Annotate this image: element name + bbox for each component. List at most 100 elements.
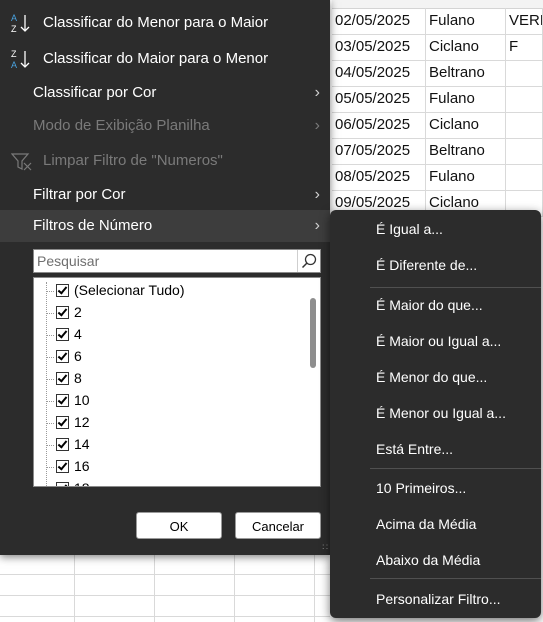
sort-ascending-label: Classificar do Menor para o Maior bbox=[43, 14, 269, 31]
date-cell[interactable]: 04/05/2025 bbox=[332, 60, 426, 86]
list-item[interactable]: 6 bbox=[34, 346, 304, 368]
not-equals-item[interactable]: É Diferente de... bbox=[330, 248, 541, 282]
less-than-label: É Menor do que... bbox=[376, 369, 488, 385]
checkbox[interactable] bbox=[56, 350, 69, 363]
checkbox[interactable] bbox=[56, 460, 69, 473]
svg-text:Z: Z bbox=[11, 24, 17, 34]
list-item[interactable]: 14 bbox=[34, 434, 304, 456]
less-or-equal-item[interactable]: É Menor ou Igual a... bbox=[330, 396, 541, 430]
name-cell[interactable]: Ciclano bbox=[426, 34, 506, 60]
menu-separator bbox=[370, 578, 541, 579]
name-cell[interactable]: Fulano bbox=[426, 86, 506, 112]
checkbox[interactable] bbox=[56, 372, 69, 385]
greater-than-item[interactable]: É Maior do que... bbox=[330, 288, 541, 322]
tree-branch bbox=[46, 401, 54, 402]
chevron-right-icon: › bbox=[314, 217, 320, 234]
table-row: 05/05/2025 Fulano bbox=[332, 86, 543, 113]
list-item[interactable]: 16 bbox=[34, 456, 304, 478]
extra-cell[interactable] bbox=[506, 60, 543, 86]
custom-filter-item[interactable]: Personalizar Filtro... bbox=[330, 582, 541, 616]
chevron-right-icon: › bbox=[314, 117, 320, 134]
sort-by-color-label: Classificar por Cor bbox=[33, 84, 157, 101]
equals-item[interactable]: É Igual a... bbox=[330, 212, 541, 246]
clear-filter-label: Limpar Filtro de "Numeros" bbox=[43, 152, 223, 169]
number-filters-item[interactable]: Filtros de Número › bbox=[0, 210, 330, 242]
listbox-scrollbar[interactable] bbox=[310, 298, 316, 368]
date-cell[interactable]: 07/05/2025 bbox=[332, 138, 426, 164]
tree-branch bbox=[46, 335, 54, 336]
extra-cell[interactable]: VERD bbox=[506, 8, 543, 34]
extra-cell[interactable] bbox=[506, 86, 543, 112]
list-item-label: 16 bbox=[74, 458, 90, 474]
greater-than-label: É Maior do que... bbox=[376, 297, 483, 313]
values-listbox[interactable]: (Selecionar Tudo) 2 4 6 8 10 12 14 16 18 bbox=[33, 277, 321, 487]
top-10-label: 10 Primeiros... bbox=[376, 480, 467, 496]
name-cell[interactable]: Fulano bbox=[426, 164, 506, 190]
select-all-item[interactable]: (Selecionar Tudo) bbox=[34, 280, 304, 302]
name-cell[interactable]: Fulano bbox=[426, 8, 506, 34]
search-box bbox=[33, 249, 321, 273]
below-average-item[interactable]: Abaixo da Média bbox=[330, 543, 541, 577]
extra-cell[interactable] bbox=[506, 164, 543, 190]
clear-filter-item: Limpar Filtro de "Numeros" bbox=[0, 145, 330, 177]
checkbox[interactable] bbox=[56, 394, 69, 407]
checkbox[interactable] bbox=[56, 482, 69, 486]
number-filters-submenu: É Igual a... É Diferente de... É Maior d… bbox=[330, 210, 541, 618]
sort-descending-icon: Z A bbox=[11, 49, 30, 70]
ok-button[interactable]: OK bbox=[136, 512, 222, 539]
greater-or-equal-item[interactable]: É Maior ou Igual a... bbox=[330, 324, 541, 358]
list-item[interactable]: 10 bbox=[34, 390, 304, 412]
extra-cell[interactable] bbox=[506, 138, 543, 164]
name-cell[interactable]: Beltrano bbox=[426, 60, 506, 86]
between-item[interactable]: Está Entre... bbox=[330, 432, 541, 466]
list-item[interactable]: 12 bbox=[34, 412, 304, 434]
search-icon bbox=[301, 253, 317, 269]
date-cell[interactable]: 03/05/2025 bbox=[332, 34, 426, 60]
list-item-label: 14 bbox=[74, 436, 90, 452]
above-average-item[interactable]: Acima da Média bbox=[330, 507, 541, 541]
checkbox[interactable] bbox=[56, 284, 69, 297]
tree-branch bbox=[46, 379, 54, 380]
sort-descending-item[interactable]: Z A Classificar do Maior para o Menor bbox=[0, 43, 330, 75]
extra-cell[interactable]: F bbox=[506, 34, 543, 60]
filter-by-color-item[interactable]: Filtrar por Cor › bbox=[0, 179, 330, 211]
resize-grip-icon[interactable]: ∷ bbox=[322, 542, 328, 553]
search-input[interactable] bbox=[34, 250, 302, 272]
extra-cell[interactable] bbox=[506, 112, 543, 138]
list-item-label: 2 bbox=[74, 304, 82, 320]
list-item[interactable]: 18 bbox=[34, 478, 304, 486]
name-cell[interactable]: Beltrano bbox=[426, 138, 506, 164]
list-item[interactable]: 8 bbox=[34, 368, 304, 390]
checkbox[interactable] bbox=[56, 438, 69, 451]
sort-ascending-item[interactable]: A Z Classificar do Menor para o Maior bbox=[0, 7, 330, 39]
cancel-button[interactable]: Cancelar bbox=[235, 512, 321, 539]
list-item-label: 10 bbox=[74, 392, 90, 408]
number-filters-label: Filtros de Número bbox=[33, 217, 153, 234]
custom-filter-label: Personalizar Filtro... bbox=[376, 591, 501, 607]
tree-branch bbox=[46, 445, 54, 446]
less-or-equal-label: É Menor ou Igual a... bbox=[376, 405, 506, 421]
above-average-label: Acima da Média bbox=[376, 516, 477, 532]
table-row: 08/05/2025 Fulano bbox=[332, 164, 543, 191]
table-row: 02/05/2025FulanoVERD bbox=[332, 8, 543, 35]
date-cell[interactable]: 06/05/2025 bbox=[332, 112, 426, 138]
sort-by-color-item[interactable]: Classificar por Cor › bbox=[0, 77, 330, 109]
list-item[interactable]: 2 bbox=[34, 302, 304, 324]
search-button[interactable] bbox=[297, 250, 320, 272]
date-cell[interactable]: 08/05/2025 bbox=[332, 164, 426, 190]
top-10-item[interactable]: 10 Primeiros... bbox=[330, 471, 541, 505]
tree-branch bbox=[46, 357, 54, 358]
checkbox[interactable] bbox=[56, 306, 69, 319]
table-row: 06/05/2025 Ciclano bbox=[332, 112, 543, 139]
tree-branch bbox=[46, 313, 54, 314]
less-than-item[interactable]: É Menor do que... bbox=[330, 360, 541, 394]
date-cell[interactable]: 02/05/2025 bbox=[332, 8, 426, 34]
date-cell[interactable]: 05/05/2025 bbox=[332, 86, 426, 112]
list-item[interactable]: 4 bbox=[34, 324, 304, 346]
svg-text:A: A bbox=[11, 13, 17, 23]
checkbox[interactable] bbox=[56, 416, 69, 429]
svg-text:A: A bbox=[11, 60, 17, 70]
checkbox[interactable] bbox=[56, 328, 69, 341]
sheet-view-item: Modo de Exibição Planilha › bbox=[0, 110, 330, 142]
name-cell[interactable]: Ciclano bbox=[426, 112, 506, 138]
